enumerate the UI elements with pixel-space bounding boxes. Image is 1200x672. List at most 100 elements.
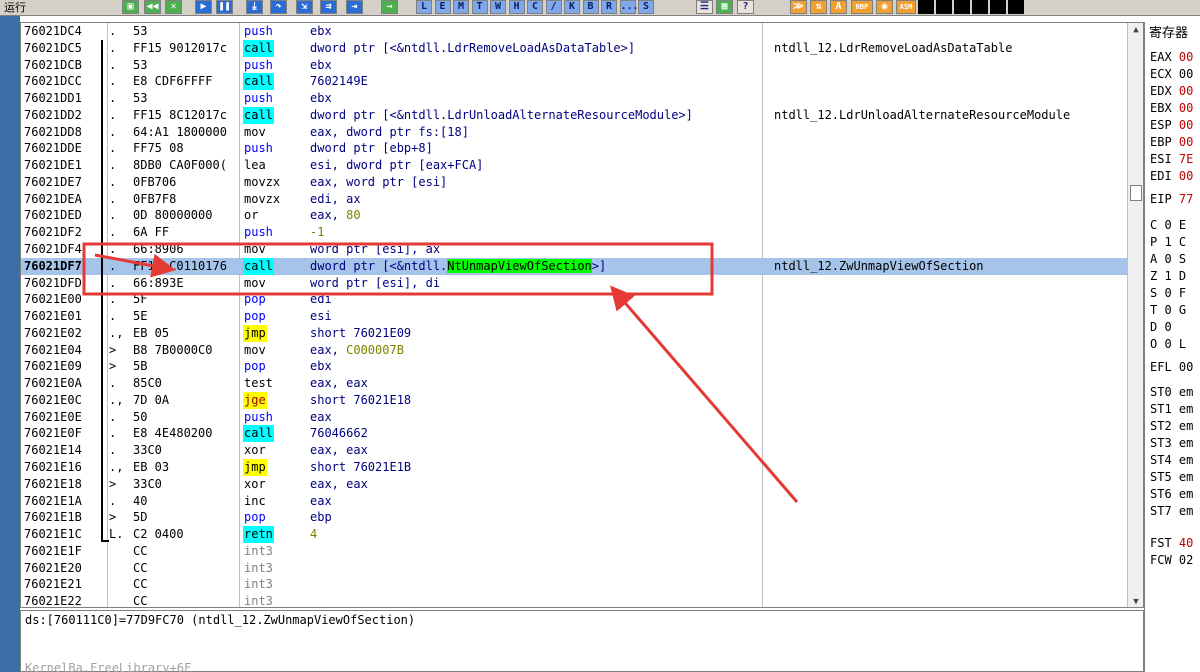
register-row[interactable]: ECX 00: [1150, 67, 1193, 81]
register-row[interactable]: S 0 F: [1150, 286, 1186, 300]
plugin-icon[interactable]: ≫: [790, 0, 807, 14]
register-row[interactable]: EDI 00: [1150, 169, 1193, 183]
instruction-row[interactable]: 76021E21 CC int3: [21, 576, 1127, 593]
register-row[interactable]: FST 40: [1150, 536, 1193, 550]
window-button-b[interactable]: B: [582, 0, 599, 14]
register-row[interactable]: ESP 00: [1150, 118, 1193, 132]
window-button-slash[interactable]: /: [545, 0, 562, 14]
scroll-down-icon[interactable]: ▼: [1128, 595, 1143, 607]
pause-icon[interactable]: ❚❚: [216, 0, 233, 14]
instruction-row[interactable]: 76021E04 > B8 7B0000C0 mov eax, C000007B: [21, 342, 1127, 359]
run-to-icon[interactable]: ⇥: [346, 0, 363, 14]
instruction-row[interactable]: 76021DEA. 0FB7F8 movzx edi, ax: [21, 191, 1127, 208]
register-row[interactable]: ESI 7E: [1150, 152, 1193, 166]
help-icon[interactable]: ?: [737, 0, 754, 14]
instruction-row[interactable]: 76021E02., EB 05 jmp short 76021E09: [21, 324, 1127, 342]
instruction-row[interactable]: 76021DF2. 6A FF push -1: [21, 224, 1127, 241]
register-row[interactable]: ST1 em: [1150, 402, 1193, 416]
trace-over-icon[interactable]: ⇉: [320, 0, 337, 14]
register-row[interactable]: A 0 S: [1150, 252, 1186, 266]
asm-button[interactable]: ASM: [896, 0, 916, 14]
instruction-row[interactable]: 76021DDE. FF75 08 push dword ptr [ebp+8]: [21, 140, 1127, 157]
instruction-row[interactable]: 76021DE1. 8DB0 CA0F000(lea esi, dword ptr …: [21, 157, 1127, 174]
register-row[interactable]: C 0 E: [1150, 218, 1186, 232]
registers-pane[interactable]: 寄存器 EAX 00 ECX 00 EDX 00 EBX 00 ESP 00 EBP 00…: [1144, 22, 1200, 672]
register-row[interactable]: P 1 C: [1150, 235, 1186, 249]
instruction-row[interactable]: 76021E16., EB 03 jmp short 76021E1B: [21, 459, 1127, 476]
disassembly-pane[interactable]: 76021DC4. 53 push ebx 76021DC5. FF15 9012017c…: [20, 22, 1144, 608]
register-row[interactable]: EAX 00: [1150, 50, 1193, 64]
instruction-row[interactable]: 76021DCC. E8 CDF6FFFF call 7602149E: [21, 73, 1127, 91]
font-icon[interactable]: A: [830, 0, 847, 14]
instruction-row[interactable]: 76021DC5. FF15 9012017c call dword ptr [<&n…: [21, 39, 1127, 57]
trace-into-icon[interactable]: ⇲: [296, 0, 313, 14]
register-row[interactable]: ST7 em: [1150, 504, 1193, 518]
instruction-row[interactable]: 76021E1A. 40 inc eax: [21, 493, 1127, 510]
instruction-row[interactable]: 76021E09 >5B pop ebx: [21, 358, 1127, 375]
window-button-r[interactable]: R: [601, 0, 617, 14]
list-icon[interactable]: ☰: [696, 0, 713, 14]
open-icon[interactable]: ▣: [122, 0, 139, 14]
vertical-scrollbar[interactable]: ▲ ▼: [1127, 23, 1143, 607]
window-button-c[interactable]: C: [527, 0, 543, 14]
instruction-row[interactable]: 76021DCB. 53 push ebx: [21, 57, 1127, 74]
register-row[interactable]: ST3 em: [1150, 436, 1193, 450]
window-button-k[interactable]: K: [564, 0, 580, 14]
register-row[interactable]: EBP 00: [1150, 135, 1193, 149]
scroll-up-icon[interactable]: ▲: [1128, 23, 1143, 37]
register-row[interactable]: ST4 em: [1150, 453, 1193, 467]
window-button-t[interactable]: T: [471, 0, 488, 14]
instruction-row[interactable]: 76021E0F. E8 4E480200 call 76046662: [21, 425, 1127, 443]
instruction-row[interactable]: 76021E0C., 7D 0A jge short 76021E18: [21, 391, 1127, 409]
instruction-row[interactable]: 76021E00. 5F pop edi: [21, 291, 1127, 308]
window-button-more[interactable]: ...: [619, 0, 639, 14]
grid-icon[interactable]: ▦: [716, 0, 733, 14]
instruction-row[interactable]: 76021E14. 33C0 xor eax, eax: [21, 442, 1127, 459]
instruction-row[interactable]: 76021E22 CC int3: [21, 593, 1127, 607]
register-row[interactable]: EIP 77: [1150, 192, 1193, 206]
instruction-row[interactable]: 76021DD2. FF15 8C12017c call dword ptr [<&n…: [21, 106, 1127, 124]
eye-icon[interactable]: ◉: [876, 0, 893, 14]
instruction-row[interactable]: 76021DD1. 53 push ebx: [21, 90, 1127, 107]
step-over-icon[interactable]: ↷: [270, 0, 287, 14]
instruction-row[interactable]: 76021E0E. 50 push eax: [21, 409, 1127, 426]
register-row[interactable]: T 0 G: [1150, 303, 1186, 317]
instruction-row[interactable]: 76021E1F CC int3: [21, 543, 1127, 560]
window-button-h[interactable]: H: [508, 0, 525, 14]
register-row[interactable]: ST2 em: [1150, 419, 1193, 433]
instruction-row[interactable]: 76021DF4. 66:8906 mov word ptr [esi], ax: [21, 241, 1127, 258]
window-button-m[interactable]: M: [453, 0, 469, 14]
hbp-button[interactable]: HBP: [851, 0, 873, 14]
register-row[interactable]: O 0 L: [1150, 337, 1186, 351]
close-icon[interactable]: ✕: [165, 0, 182, 14]
instruction-row[interactable]: 76021DFD. 66:893E mov word ptr [esi], di: [21, 275, 1127, 292]
window-button-e[interactable]: E: [434, 0, 451, 14]
instruction-row[interactable]: 76021DF7. FF15 C0110176 call dword ptr [<&n…: [21, 257, 1127, 275]
scroll-thumb[interactable]: [1130, 185, 1142, 201]
register-row[interactable]: ST5 em: [1150, 470, 1193, 484]
rewind-icon[interactable]: ◀◀: [144, 0, 161, 14]
instruction-row[interactable]: 76021E18 >33C0 xor eax, eax: [21, 476, 1127, 493]
register-row[interactable]: D 0: [1150, 320, 1179, 334]
register-row[interactable]: Z 1 D: [1150, 269, 1186, 283]
register-row[interactable]: EDX 00: [1150, 84, 1193, 98]
instruction-row[interactable]: 76021E0A. 85C0 test eax, eax: [21, 375, 1127, 392]
instruction-row[interactable]: 76021E20 CC int3: [21, 560, 1127, 577]
register-row[interactable]: ST6 em: [1150, 487, 1193, 501]
register-row[interactable]: EFL 00: [1150, 360, 1193, 374]
register-row[interactable]: EBX 00: [1150, 101, 1193, 115]
instruction-row[interactable]: 76021E01. 5E pop esi: [21, 308, 1127, 325]
instruction-row[interactable]: 76021DD8. 64:A1 1800000 mov eax, dword ptr …: [21, 124, 1127, 141]
window-button-w[interactable]: W: [490, 0, 506, 14]
register-row[interactable]: FCW 02: [1150, 553, 1193, 567]
instruction-row[interactable]: 76021E1C L. C2 0400 retn 4: [21, 526, 1127, 543]
instruction-row[interactable]: 76021DED. 0D 80000000 or eax, 80: [21, 207, 1127, 224]
sort-icon[interactable]: ⇅: [810, 0, 827, 14]
instruction-row[interactable]: 76021DE7. 0FB706 movzx eax, word ptr [esi]: [21, 174, 1127, 191]
instruction-row[interactable]: 76021DC4. 53 push ebx: [21, 23, 1127, 40]
register-row[interactable]: ST0 em: [1150, 385, 1193, 399]
go-icon[interactable]: →: [381, 0, 398, 14]
window-button-s[interactable]: S: [638, 0, 654, 14]
step-into-icon[interactable]: ⤓: [246, 0, 263, 14]
window-button-l[interactable]: L: [416, 0, 432, 14]
